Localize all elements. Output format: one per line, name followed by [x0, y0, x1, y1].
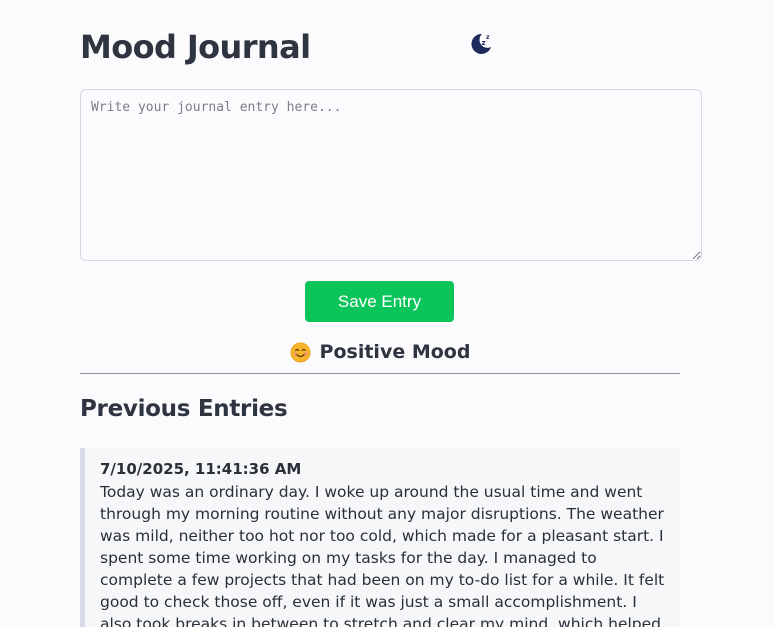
section-divider — [80, 373, 680, 374]
save-entry-button[interactable]: Save Entry — [305, 281, 454, 322]
previous-entries-heading: Previous Entries — [80, 396, 288, 422]
journal-entry-input[interactable] — [80, 89, 702, 261]
entry-timestamp: 7/10/2025, 11:41:36 AM — [100, 460, 302, 478]
svg-text:z: z — [482, 39, 486, 47]
theme-toggle-button[interactable]: z z — [466, 28, 496, 58]
mood-label: Positive Mood — [319, 341, 471, 363]
mood-journal-page: Mood Journal z z Save Entry Positive Moo… — [0, 0, 774, 627]
moon-sleep-icon: z z — [471, 33, 491, 54]
page-header: Mood Journal z z — [80, 26, 702, 70]
journal-entry-card: 7/10/2025, 11:41:36 AM Today was an ordi… — [80, 448, 680, 627]
mood-indicator: Positive Mood — [80, 338, 680, 366]
svg-text:z: z — [486, 34, 490, 41]
page-title: Mood Journal — [80, 28, 311, 66]
smiling-face-icon — [290, 342, 311, 362]
entry-text: Today was an ordinary day. I woke up aro… — [100, 483, 665, 627]
